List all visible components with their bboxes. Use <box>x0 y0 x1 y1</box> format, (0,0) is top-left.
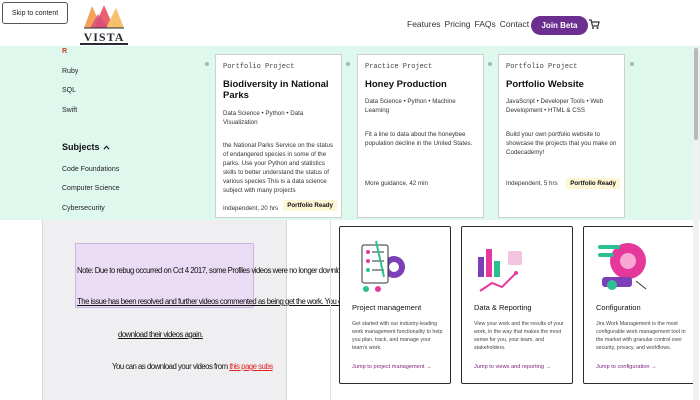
feature-card-data-reporting[interactable]: Data & Reporting View your work and the … <box>461 226 573 384</box>
feature-link[interactable]: Jump to views and reporting → <box>474 364 551 370</box>
project-card-honey-production[interactable]: Practice Project Honey Production Data S… <box>357 54 484 218</box>
project-management-illustration-icon <box>361 240 405 292</box>
notice-line-4-text: You can as download your videos from <box>112 362 230 371</box>
feature-description: Jira Work Management is the most configu… <box>596 321 686 351</box>
notice-download-link[interactable]: this page subs <box>229 362 273 371</box>
project-tags: Data Science • Python • Machine Learning <box>365 98 456 114</box>
feature-card-project-management[interactable]: Project management Get started with our … <box>339 226 451 384</box>
language-item-ruby[interactable]: Ruby <box>62 68 78 75</box>
language-item-r[interactable]: R <box>62 48 67 55</box>
project-title: Biodiversity in National Parks <box>223 79 329 101</box>
logo-underline <box>80 43 128 45</box>
divider <box>330 220 331 400</box>
subject-item-cybersecurity[interactable]: Cybersecurity <box>62 205 105 212</box>
subjects-label: Subjects <box>62 142 100 152</box>
project-title: Portfolio Website <box>506 79 584 90</box>
project-tags: Data Science • Python • Data Visualizati… <box>223 110 304 126</box>
carousel-dot[interactable] <box>346 62 350 66</box>
project-kind: Portfolio Project <box>506 63 578 71</box>
main-nav: Features Pricing FAQs Contact <box>407 19 529 29</box>
nav-features[interactable]: Features <box>407 19 441 29</box>
nav-pricing[interactable]: Pricing <box>445 19 471 29</box>
vista-logo[interactable]: VISTA <box>80 4 128 45</box>
notice-line-3: download their videos again. <box>118 330 203 339</box>
feature-card-configuration[interactable]: Configuration Jira Work Management is th… <box>583 226 695 384</box>
chevron-up-icon <box>102 144 110 150</box>
skip-to-content-link[interactable]: Skip to content <box>2 2 68 24</box>
portfolio-ready-badge: Portfolio Ready <box>283 200 337 211</box>
feature-description: View your work and the results of your w… <box>474 321 564 351</box>
join-beta-button[interactable]: Join Beta <box>531 16 588 35</box>
carousel-dot[interactable] <box>488 62 492 66</box>
feature-title: Project management <box>352 303 422 312</box>
project-description: Build your own portfolio website to show… <box>506 131 617 156</box>
feature-link[interactable]: Jump to configuration → <box>596 364 657 370</box>
subjects-toggle[interactable]: Subjects <box>62 142 110 152</box>
project-card-portfolio-website[interactable]: Portfolio Project Portfolio Website Java… <box>498 54 625 218</box>
feature-title: Configuration <box>596 303 641 312</box>
project-description: Fit a line to data about the honeybee po… <box>365 131 473 147</box>
subject-item-computer-science[interactable]: Computer Science <box>62 185 120 192</box>
project-meta: More guidance, 42 min <box>365 180 428 187</box>
project-card-biodiversity[interactable]: Portfolio Project Biodiversity in Nation… <box>215 54 342 218</box>
project-description: the National Parks Service on the status… <box>223 142 334 194</box>
portfolio-ready-badge: Portfolio Ready <box>566 178 620 189</box>
language-item-sql[interactable]: SQL <box>62 87 76 94</box>
configuration-illustration-icon <box>598 243 647 290</box>
feature-link[interactable]: Jump to project management → <box>352 364 432 370</box>
nav-faqs[interactable]: FAQs <box>475 19 496 29</box>
project-tags: JavaScript • Developer Tools • Web Devel… <box>506 98 603 114</box>
project-meta: Independent, 20 hrs <box>223 205 279 212</box>
notice-line-4: You can as download your videos from thi… <box>112 362 273 371</box>
subject-item-code-foundations[interactable]: Code Foundations <box>62 166 119 173</box>
carousel-dot[interactable] <box>630 62 634 66</box>
vista-logo-mark-icon <box>84 5 124 29</box>
cart-icon[interactable] <box>588 18 600 30</box>
nav-contact[interactable]: Contact <box>500 19 529 29</box>
project-kind: Portfolio Project <box>223 63 295 71</box>
feature-title: Data & Reporting <box>474 303 532 312</box>
data-reporting-illustration-icon <box>478 249 522 292</box>
project-kind: Practice Project <box>365 63 433 71</box>
project-title: Honey Production <box>365 79 447 90</box>
notice-line-1: Note: Due to rebug occurred on Cct 4 201… <box>77 266 358 275</box>
feature-description: Get started with our industry-leading wo… <box>352 321 443 351</box>
site-header: Skip to content VISTA Features Pricing F… <box>0 0 700 46</box>
language-item-swift[interactable]: Swift <box>62 107 77 114</box>
page: Skip to content VISTA Features Pricing F… <box>0 0 700 400</box>
catalog-dropdown-panel: R Ruby SQL Swift Subjects Code Foundatio… <box>0 46 700 220</box>
carousel-dot[interactable] <box>205 62 209 66</box>
notice-line-2: The issue has been resolved and further … <box>77 297 364 306</box>
scrollbar-thumb[interactable] <box>694 48 698 140</box>
